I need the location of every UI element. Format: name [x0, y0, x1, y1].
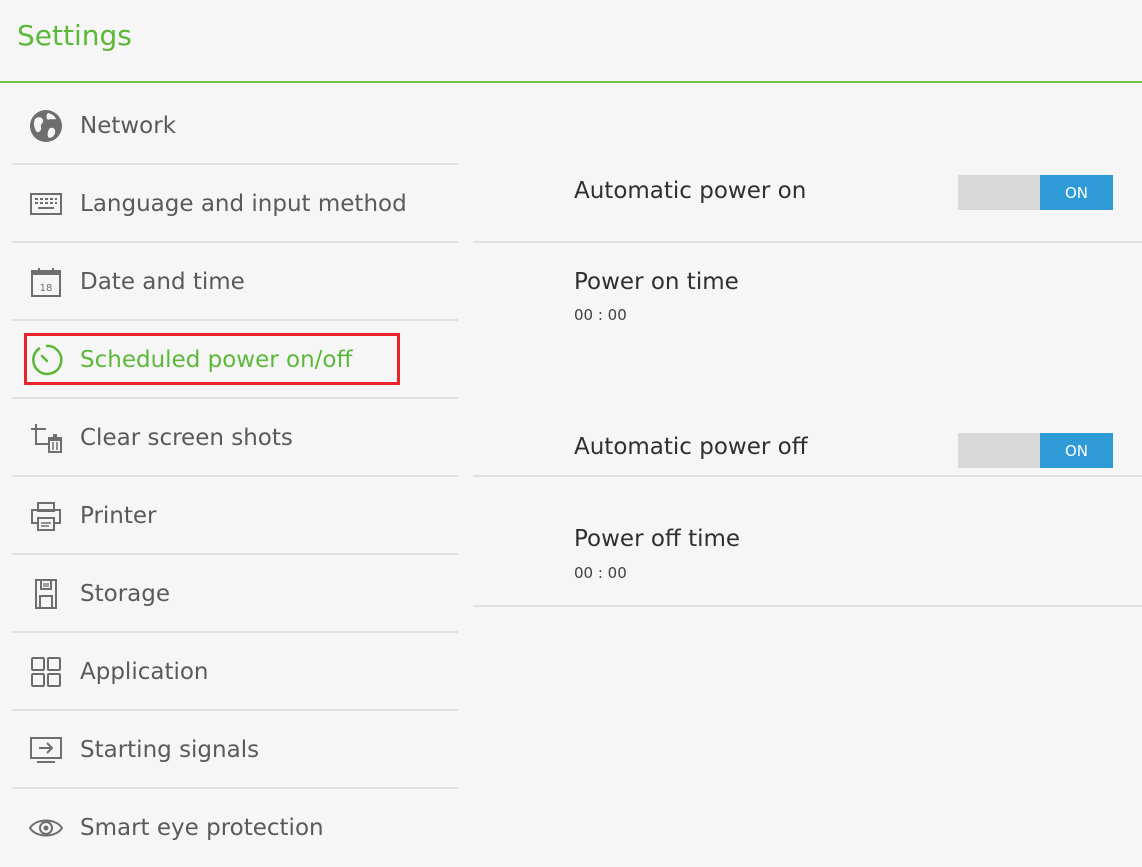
- sidebar-item-label: Application: [80, 659, 209, 685]
- sidebar-item-label: Language and input method: [80, 191, 407, 217]
- power-off-time-row[interactable]: Power off time 00 : 00: [473, 477, 1142, 607]
- apps-grid-icon: [28, 654, 64, 690]
- eye-icon: [28, 810, 64, 846]
- power-off-time-value: 00 : 00: [574, 564, 627, 582]
- automatic-power-on-toggle[interactable]: ON: [958, 175, 1113, 210]
- sidebar-item-printer[interactable]: Printer: [12, 477, 458, 555]
- sidebar-item-eye-protection[interactable]: Smart eye protection: [12, 789, 458, 867]
- calendar-icon: 18: [28, 264, 64, 300]
- sidebar-item-label: Network: [80, 113, 177, 139]
- sidebar-item-label: Date and time: [80, 269, 245, 295]
- sidebar-item-clear-screenshots[interactable]: Clear screen shots: [12, 399, 458, 477]
- toggle-on-knob: ON: [1040, 433, 1113, 468]
- sidebar-item-application[interactable]: Application: [12, 633, 458, 711]
- sidebar-item-date-time[interactable]: 18 Date and time: [12, 243, 458, 321]
- timer-icon: [28, 342, 64, 378]
- toggle-on-knob: ON: [1040, 175, 1113, 210]
- sidebar-item-network[interactable]: Network: [12, 87, 458, 165]
- keyboard-icon: [28, 186, 64, 222]
- settings-sidebar: Network Language and input method 18 Dat…: [12, 87, 458, 867]
- sidebar-item-label: Clear screen shots: [80, 425, 293, 451]
- automatic-power-on-label: Automatic power on: [574, 178, 807, 204]
- input-signal-icon: [28, 732, 64, 768]
- app-bar: Settings: [0, 0, 1142, 83]
- page-title: Settings: [17, 19, 132, 52]
- automatic-power-on-row[interactable]: Automatic power on ON: [473, 155, 1142, 243]
- power-on-time-row[interactable]: Power on time 00 : 00: [473, 243, 1142, 324]
- automatic-power-off-toggle[interactable]: ON: [958, 433, 1113, 468]
- crop-trash-icon: [28, 420, 64, 456]
- sidebar-item-scheduled-power[interactable]: Scheduled power on/off: [12, 321, 458, 399]
- sidebar-item-label: Scheduled power on/off: [80, 347, 353, 373]
- sidebar-item-label: Starting signals: [80, 737, 260, 763]
- sidebar-item-storage[interactable]: Storage: [12, 555, 458, 633]
- power-on-time-label: Power on time: [574, 269, 739, 295]
- globe-icon: [28, 108, 64, 144]
- automatic-power-off-row[interactable]: Automatic power off ON: [473, 397, 1142, 477]
- automatic-power-off-label: Automatic power off: [574, 434, 808, 460]
- sidebar-item-starting-signals[interactable]: Starting signals: [12, 711, 458, 789]
- sd-card-icon: [28, 576, 64, 612]
- sidebar-item-label: Storage: [80, 581, 170, 607]
- sidebar-item-label: Printer: [80, 503, 157, 529]
- power-off-time-label: Power off time: [574, 526, 741, 552]
- sidebar-item-language[interactable]: Language and input method: [12, 165, 458, 243]
- calendar-icon-day: 18: [40, 283, 53, 294]
- printer-icon: [28, 498, 64, 534]
- power-on-time-value: 00 : 00: [574, 306, 627, 324]
- sidebar-item-label: Smart eye protection: [80, 815, 324, 841]
